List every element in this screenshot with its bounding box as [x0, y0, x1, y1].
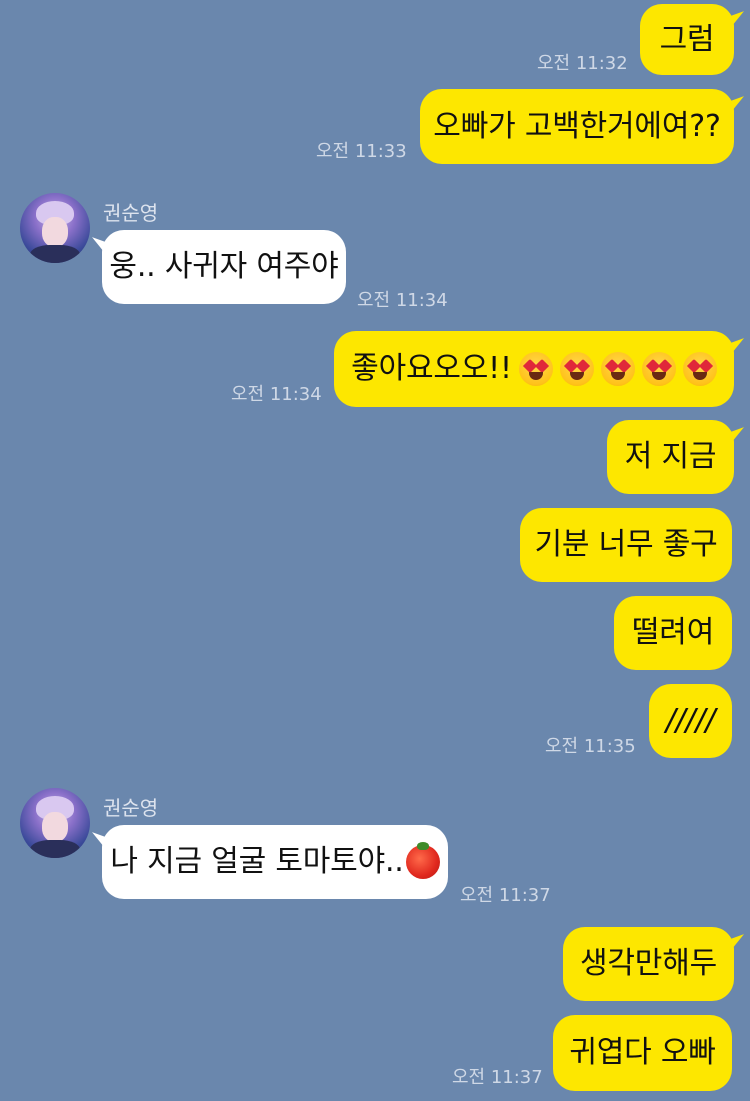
message-text: 저 지금 — [624, 439, 717, 474]
message-text: 웅.. 사귀자 여주야 — [109, 249, 339, 284]
message-text: 좋아요오오!! — [351, 351, 512, 386]
sender-name: 권순영 — [103, 201, 159, 225]
heart-eyes-emoji-icon — [559, 352, 594, 386]
incoming-message[interactable]: 웅.. 사귀자 여주야 — [102, 230, 346, 304]
message-timestamp: 오전 11:37 — [452, 1067, 543, 1088]
sender-name: 권순영 — [103, 796, 159, 820]
message-text: 그럼 — [659, 21, 715, 57]
outgoing-message[interactable]: 좋아요오오!! — [334, 331, 734, 407]
message-text: 오빠가 고백한거에여?? — [433, 108, 721, 144]
outgoing-message[interactable]: 떨려여 — [614, 596, 732, 670]
sender-avatar[interactable] — [20, 788, 90, 858]
message-text: 떨려여 — [631, 615, 715, 650]
message-timestamp: 오전 11:34 — [357, 290, 448, 311]
outgoing-message[interactable]: 저 지금 — [607, 420, 734, 494]
outgoing-message[interactable]: 기분 너무 좋구 — [520, 508, 732, 582]
message-text: 기분 너무 좋구 — [534, 527, 718, 562]
message-timestamp: 오전 11:32 — [537, 53, 628, 74]
tomato-emoji-icon — [405, 842, 440, 879]
message-text: 나 지금 얼굴 토마토야.. — [110, 844, 404, 879]
message-text: 생각만해두 — [580, 946, 717, 981]
message-text: ///// — [665, 703, 716, 738]
message-timestamp: 오전 11:37 — [460, 885, 551, 906]
message-timestamp: 오전 11:33 — [316, 141, 407, 162]
message-text: 귀엽다 오빠 — [569, 1035, 716, 1070]
outgoing-message[interactable]: 그럼 — [640, 4, 734, 75]
outgoing-message[interactable]: 오빠가 고백한거에여?? — [420, 89, 734, 164]
outgoing-message[interactable]: 귀엽다 오빠 — [553, 1015, 732, 1091]
heart-eyes-emoji-icon — [682, 352, 717, 386]
heart-eyes-emoji-icon — [600, 352, 635, 386]
outgoing-message[interactable]: 생각만해두 — [563, 927, 734, 1001]
message-timestamp: 오전 11:35 — [545, 736, 636, 757]
heart-eyes-emoji-icon — [641, 352, 676, 386]
outgoing-message[interactable]: ///// — [649, 684, 732, 758]
incoming-message[interactable]: 나 지금 얼굴 토마토야.. — [102, 825, 448, 899]
sender-avatar[interactable] — [20, 193, 90, 263]
message-timestamp: 오전 11:34 — [231, 384, 322, 405]
heart-eyes-emoji-icon — [518, 352, 553, 386]
chat-message-list[interactable]: 그럼 오전 11:32 오빠가 고백한거에여?? 오전 11:33 권순영 웅.… — [0, 0, 750, 1101]
